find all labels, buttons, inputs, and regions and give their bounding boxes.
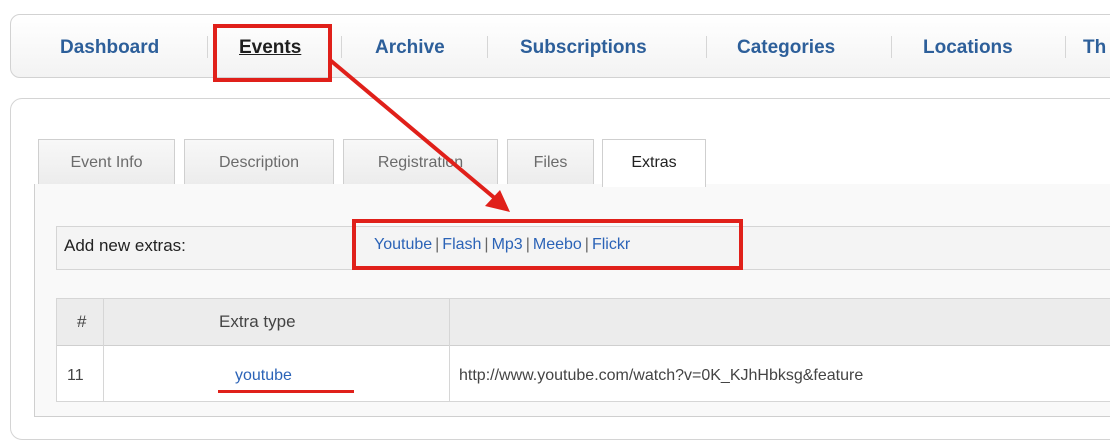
nav-divider [1065, 36, 1066, 58]
link-separator: | [584, 236, 589, 253]
column-divider [103, 299, 104, 401]
add-flickr-link[interactable]: Flickr [592, 236, 630, 253]
nav-locations[interactable]: Locations [923, 37, 1013, 59]
add-meebo-link[interactable]: Meebo [533, 236, 582, 253]
header-extra-type: Extra type [219, 312, 296, 331]
nav-divider [706, 36, 707, 58]
table-header [57, 299, 1110, 346]
row-url: http://www.youtube.com/watch?v=0K_KJhHbk… [459, 367, 864, 384]
nav-more[interactable]: Th [1083, 37, 1106, 59]
link-separator: | [525, 236, 530, 253]
add-mp3-link[interactable]: Mp3 [492, 236, 523, 253]
top-nav: Dashboard Events Archive Subscriptions C… [10, 14, 1110, 78]
nav-categories[interactable]: Categories [737, 37, 835, 59]
row-type-link[interactable]: youtube [235, 367, 292, 385]
nav-subscriptions[interactable]: Subscriptions [520, 37, 647, 59]
nav-divider [207, 36, 208, 58]
extras-links: Youtube | Flash | Mp3 | Meebo | Flickr [374, 236, 630, 254]
link-separator: | [435, 236, 440, 253]
link-separator: | [484, 236, 489, 253]
nav-divider [487, 36, 488, 58]
add-extras-label: Add new extras: [64, 236, 186, 255]
column-divider [449, 299, 450, 401]
nav-archive[interactable]: Archive [375, 37, 445, 59]
nav-divider [341, 36, 342, 58]
tab-files[interactable]: Files [507, 139, 594, 185]
tab-extras[interactable]: Extras [602, 139, 706, 187]
nav-events[interactable]: Events [239, 37, 301, 59]
extras-table: # Extra type 11 youtube http://www.youtu… [56, 298, 1110, 402]
add-youtube-link[interactable]: Youtube [374, 236, 432, 253]
youtube-underline [218, 390, 354, 393]
row-id: 11 [67, 367, 84, 384]
tab-registration[interactable]: Registration [343, 139, 498, 185]
tab-description[interactable]: Description [184, 139, 334, 185]
tab-event-info[interactable]: Event Info [38, 139, 175, 185]
nav-dashboard[interactable]: Dashboard [60, 37, 159, 59]
nav-divider [891, 36, 892, 58]
header-number: # [77, 312, 87, 331]
add-flash-link[interactable]: Flash [442, 236, 481, 253]
